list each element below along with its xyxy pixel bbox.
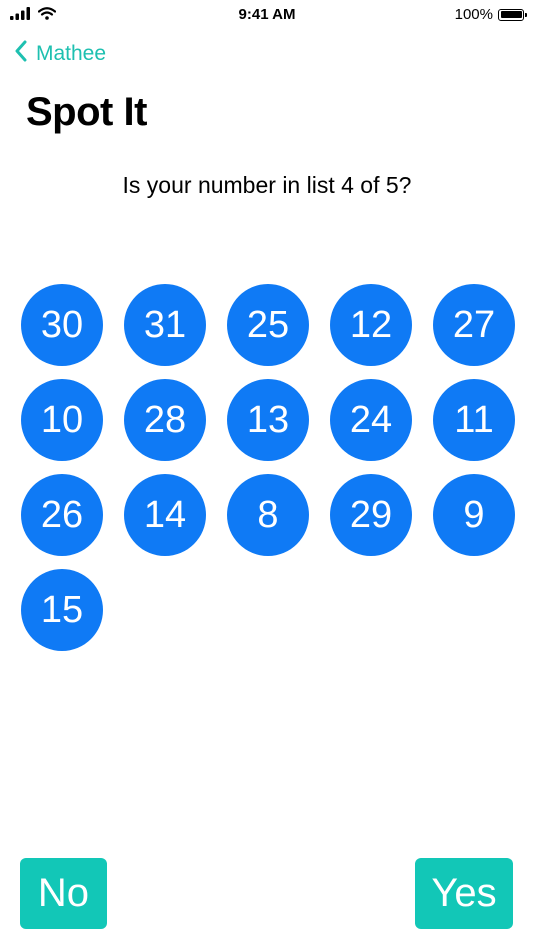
- number-circle[interactable]: 9: [433, 474, 515, 556]
- number-circle[interactable]: 11: [433, 379, 515, 461]
- number-circle[interactable]: 31: [124, 284, 206, 366]
- number-circle[interactable]: 14: [124, 474, 206, 556]
- battery-icon: [498, 8, 527, 21]
- number-circle[interactable]: 28: [124, 379, 206, 461]
- yes-button[interactable]: Yes: [415, 858, 513, 929]
- number-grid: 30 31 25 12 27 10 28 13 24 11 26 14 8 29…: [21, 284, 521, 651]
- number-circle[interactable]: 24: [330, 379, 412, 461]
- number-circle[interactable]: 8: [227, 474, 309, 556]
- back-label: Mathee: [36, 42, 107, 65]
- number-circle[interactable]: 25: [227, 284, 309, 366]
- status-bar: 9:41 AM 100%: [0, 0, 534, 30]
- question-text: Is your number in list 4 of 5?: [122, 172, 412, 198]
- page-title: Spot It: [26, 90, 147, 134]
- back-button[interactable]: Mathee: [14, 38, 106, 70]
- number-circle[interactable]: 15: [21, 569, 103, 651]
- number-circle[interactable]: 30: [21, 284, 103, 366]
- number-circle[interactable]: 27: [433, 284, 515, 366]
- battery-fill: [500, 11, 522, 18]
- number-circle[interactable]: 10: [21, 379, 103, 461]
- number-circle[interactable]: 26: [21, 474, 103, 556]
- number-circle[interactable]: 13: [227, 379, 309, 461]
- no-button[interactable]: No: [20, 858, 107, 929]
- status-right: 100%: [454, 6, 527, 23]
- number-circle[interactable]: 12: [330, 284, 412, 366]
- chevron-left-icon: [14, 40, 28, 68]
- number-circle[interactable]: 29: [330, 474, 412, 556]
- battery-percentage: 100%: [454, 6, 493, 23]
